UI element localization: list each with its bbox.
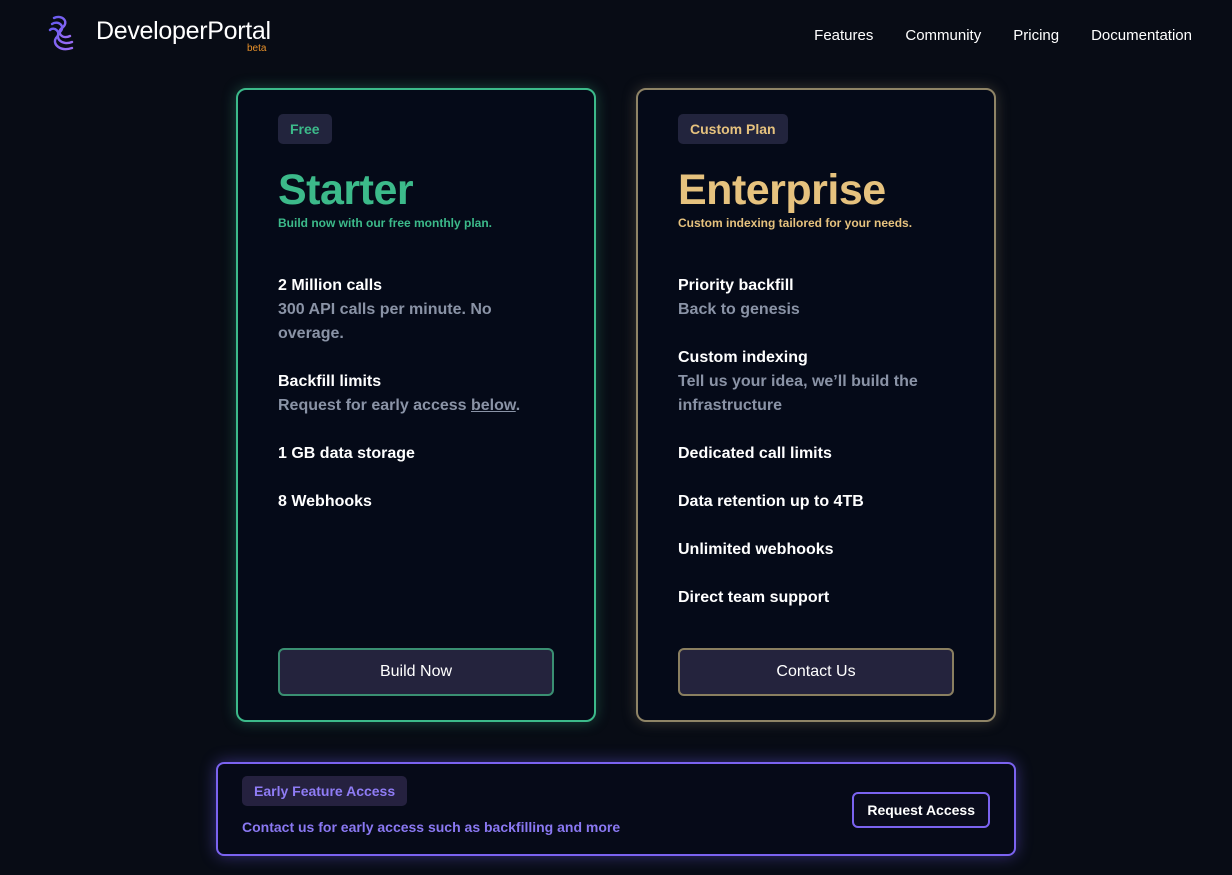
early-access-text: Contact us for early access such as back…: [242, 819, 621, 835]
nav-features[interactable]: Features: [814, 27, 873, 44]
feature-item: Unlimited webhooks: [678, 538, 958, 562]
early-access-banner: Early Feature Access Contact us for earl…: [216, 762, 1016, 856]
feature-title: 1 GB data storage: [278, 445, 415, 462]
feature-title: Priority backfill: [678, 277, 794, 294]
plan-description: Custom indexing tailored for your needs.: [678, 216, 913, 230]
spiral-logo-icon[interactable]: [48, 12, 76, 52]
feature-item: 2 Million calls 300 API calls per minute…: [278, 274, 558, 346]
nav-community[interactable]: Community: [905, 27, 981, 44]
feature-subtitle: Request for early access below.: [278, 394, 558, 418]
plan-card-starter: Free Starter Build now with our free mon…: [236, 88, 596, 722]
feature-subtitle: Back to genesis: [678, 301, 800, 318]
feature-title: Backfill limits: [278, 373, 382, 390]
feature-item: Priority backfill Back to genesis: [678, 274, 958, 322]
feature-item: Dedicated call limits: [678, 442, 958, 466]
feature-item: 8 Webhooks: [278, 490, 558, 514]
feature-title: 8 Webhooks: [278, 493, 372, 510]
feature-subtitle-text: Request for early access: [278, 397, 471, 414]
plan-badge: Custom Plan: [678, 114, 788, 144]
brand-name[interactable]: DeveloperPortal: [96, 17, 271, 46]
feature-title: 2 Million calls: [278, 277, 383, 294]
plan-badge: Free: [278, 114, 332, 144]
build-now-button[interactable]: Build Now: [278, 648, 554, 696]
feature-subtitle: 300 API calls per minute. No overage.: [278, 301, 492, 342]
request-access-button[interactable]: Request Access: [852, 792, 990, 828]
header: DeveloperPortal beta Features Community …: [0, 0, 1232, 72]
feature-title: Data retention up to 4TB: [678, 493, 864, 510]
nav-pricing[interactable]: Pricing: [1013, 27, 1059, 44]
plan-name: Starter: [278, 166, 414, 214]
plan-description: Build now with our free monthly plan.: [278, 216, 492, 230]
feature-item: Direct team support: [678, 586, 958, 610]
top-nav: Features Community Pricing Documentation: [782, 27, 1192, 44]
feature-title: Dedicated call limits: [678, 445, 832, 462]
feature-list: 2 Million calls 300 API calls per minute…: [278, 274, 558, 538]
feature-subtitle: Tell us your idea, we’ll build the infra…: [678, 373, 918, 414]
feature-subtitle-suffix: .: [515, 397, 521, 414]
early-access-link[interactable]: below: [471, 397, 516, 414]
feature-title: Unlimited webhooks: [678, 541, 834, 558]
early-access-badge: Early Feature Access: [242, 776, 408, 806]
nav-documentation[interactable]: Documentation: [1091, 27, 1192, 44]
contact-us-button[interactable]: Contact Us: [678, 648, 954, 696]
beta-tag: beta: [247, 43, 267, 54]
feature-item: Backfill limits Request for early access…: [278, 370, 558, 418]
plan-name: Enterprise: [678, 166, 886, 214]
feature-list: Priority backfill Back to genesis Custom…: [678, 274, 958, 634]
feature-item: Custom indexing Tell us your idea, we’ll…: [678, 346, 958, 418]
plan-card-enterprise: Custom Plan Enterprise Custom indexing t…: [636, 88, 996, 722]
feature-item: 1 GB data storage: [278, 442, 558, 466]
feature-title: Custom indexing: [678, 349, 808, 366]
feature-title: Direct team support: [678, 589, 830, 606]
feature-item: Data retention up to 4TB: [678, 490, 958, 514]
